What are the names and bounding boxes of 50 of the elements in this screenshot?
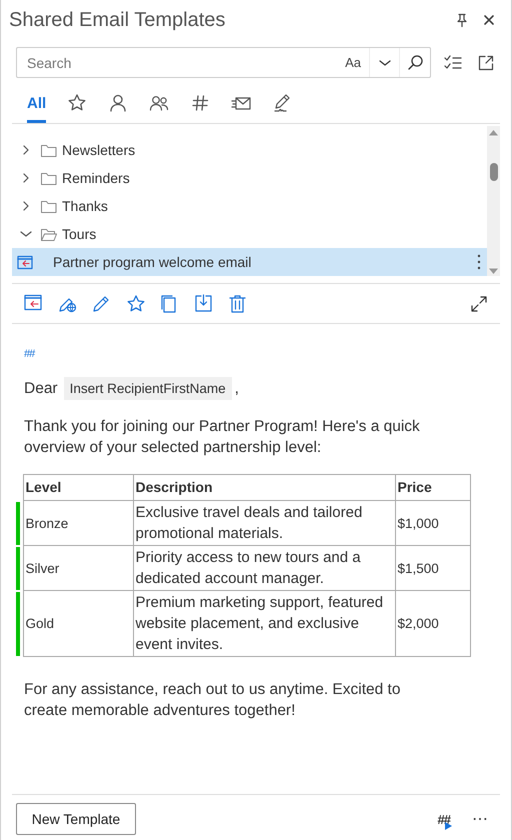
run-macro-button[interactable]: ## bbox=[438, 812, 450, 826]
table-cell: Silver bbox=[23, 546, 133, 590]
search-field[interactable]: Search Aa bbox=[16, 47, 431, 78]
template-row[interactable]: Partner program welcome email bbox=[12, 248, 487, 276]
field-placeholder-chip[interactable]: Insert RecipientFirstName bbox=[64, 377, 232, 400]
expand-icon[interactable] bbox=[470, 294, 488, 312]
table-cell: Exclusive travel deals and tailored promotional materials. bbox=[133, 500, 395, 546]
scrollbar-thumb[interactable] bbox=[490, 163, 498, 181]
table-cell: $2,000 bbox=[395, 590, 470, 656]
column-header: Price bbox=[395, 474, 470, 500]
folder-row[interactable]: Reminders bbox=[12, 164, 487, 192]
close-icon[interactable] bbox=[483, 14, 495, 26]
table-cell: Priority access to new tours and a dedicated account manager. bbox=[133, 546, 395, 590]
more-options-icon[interactable] bbox=[477, 254, 481, 270]
person-icon bbox=[108, 93, 128, 113]
column-header: Level bbox=[23, 474, 133, 500]
folder-row[interactable]: Newsletters bbox=[12, 136, 487, 164]
scrollbar[interactable] bbox=[487, 126, 500, 276]
folder-row[interactable]: Thanks bbox=[12, 192, 487, 220]
tab[interactable]: All bbox=[27, 86, 46, 123]
table-cell: $1,000 bbox=[395, 500, 470, 546]
marker-text: ## bbox=[24, 347, 36, 362]
delete-icon[interactable] bbox=[228, 294, 247, 313]
signature-icon bbox=[272, 93, 292, 113]
table-cell: Bronze bbox=[23, 500, 133, 546]
punctuation-text: , bbox=[234, 379, 239, 399]
more-button[interactable]: ⋯ bbox=[472, 809, 488, 829]
match-case-toggle[interactable]: Aa bbox=[337, 48, 370, 77]
column-header: Description bbox=[133, 474, 395, 500]
hash-icon bbox=[190, 93, 210, 113]
intro-paragraph: Thank you for joining our Partner Program! Here's a quick overview of your selected partnership level: bbox=[24, 417, 421, 458]
pin-icon[interactable] bbox=[455, 12, 469, 28]
open-external-icon[interactable] bbox=[478, 54, 494, 70]
import-icon[interactable] bbox=[194, 294, 213, 313]
checklist-icon[interactable] bbox=[444, 55, 462, 70]
pane-title: Shared Email Templates bbox=[9, 8, 226, 32]
table-cell: $1,500 bbox=[395, 546, 470, 590]
star-icon[interactable] bbox=[126, 294, 145, 313]
table-cell: Gold bbox=[23, 590, 133, 656]
search-icon[interactable] bbox=[406, 54, 424, 71]
greeting-text: Dear bbox=[24, 379, 58, 399]
closing-paragraph: For any assistance, reach out to us anytime. Excited to create memorable adventures together! bbox=[24, 680, 402, 721]
insert-template-icon[interactable] bbox=[24, 294, 43, 313]
template-icon[interactable] bbox=[17, 254, 33, 270]
new-template-button[interactable]: New Template bbox=[16, 803, 136, 835]
table-cell: Premium marketing support, featured website placement, and exclusive event invites. bbox=[133, 590, 395, 656]
people-icon bbox=[149, 93, 170, 113]
folder-row[interactable]: Tours bbox=[12, 220, 487, 248]
pencil-icon[interactable] bbox=[92, 294, 111, 313]
star-icon bbox=[67, 93, 88, 113]
